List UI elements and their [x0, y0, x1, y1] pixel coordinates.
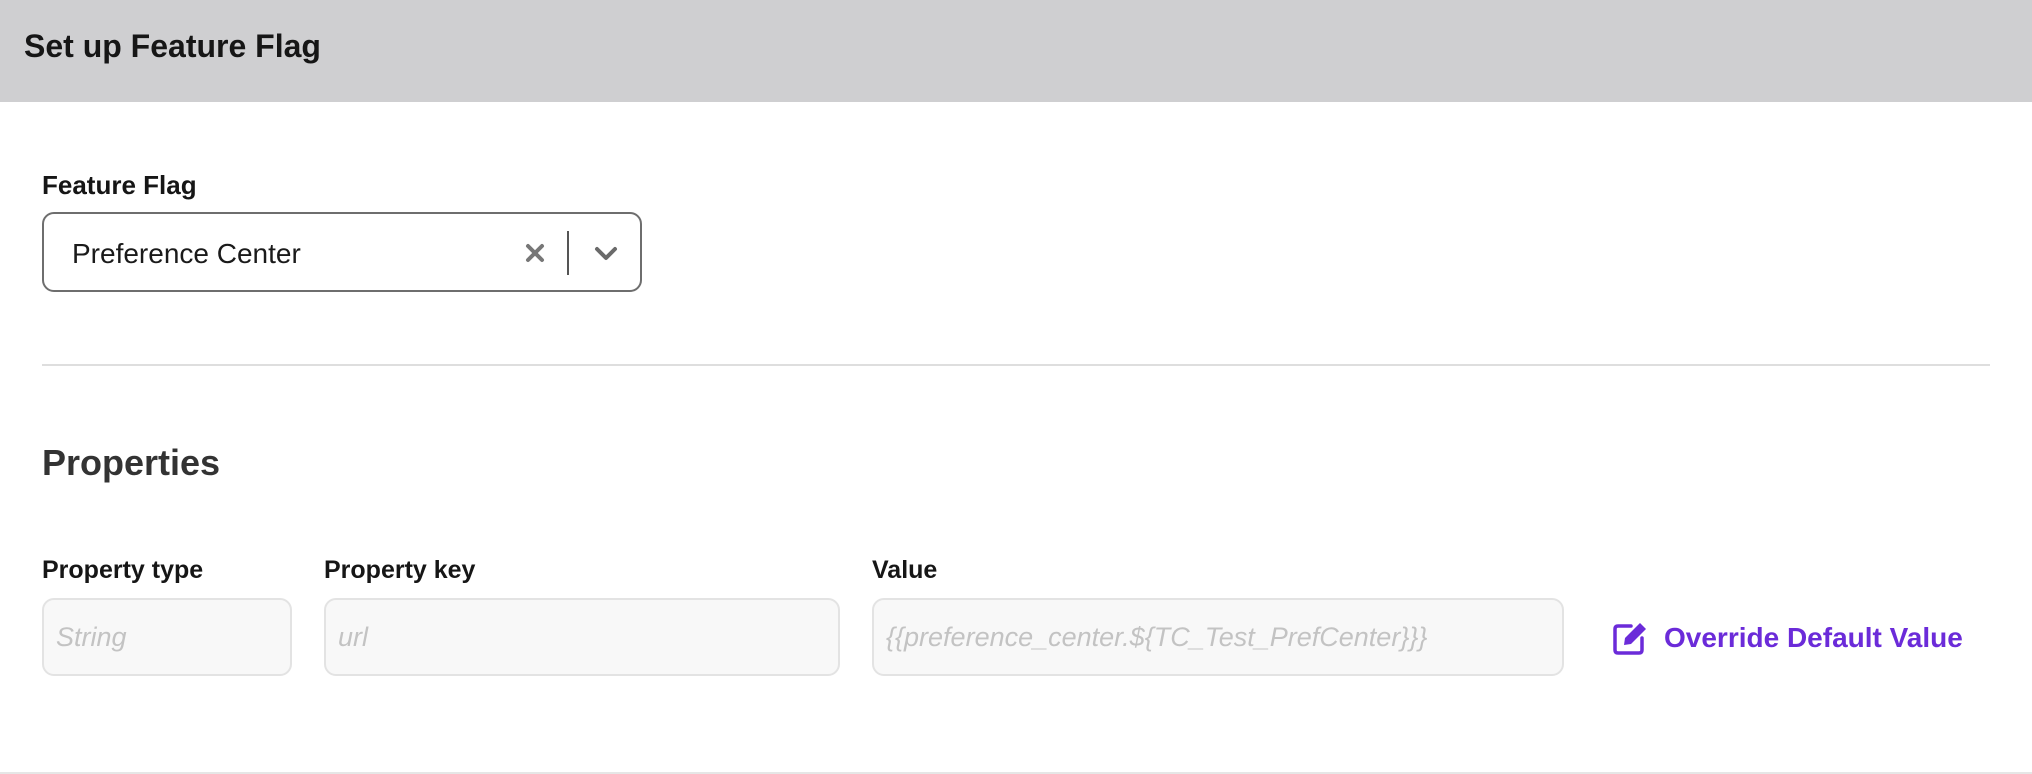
feature-flag-selected-value: Preference Center	[72, 238, 301, 269]
page-title: Set up Feature Flag	[24, 28, 321, 64]
feature-flag-label: Feature Flag	[42, 170, 197, 200]
edit-icon	[1610, 618, 1650, 658]
value-label: Value	[872, 556, 938, 584]
feature-flag-setup-panel: Set up Feature Flag Feature Flag Prefere…	[0, 0, 2032, 774]
select-separator	[567, 231, 569, 275]
properties-heading: Properties	[42, 442, 221, 483]
value-input	[872, 598, 1564, 676]
property-key-label: Property key	[324, 556, 476, 584]
close-icon[interactable]	[518, 236, 552, 270]
override-default-value-button[interactable]: Override Default Value	[1610, 618, 1963, 658]
property-type-label: Property type	[42, 556, 204, 584]
panel-header: Set up Feature Flag	[0, 0, 2032, 102]
override-default-value-label: Override Default Value	[1664, 622, 1963, 653]
feature-flag-select[interactable]: Preference Center	[42, 212, 642, 292]
property-key-input	[324, 598, 840, 676]
section-divider	[42, 364, 1990, 366]
chevron-down-icon[interactable]	[589, 236, 623, 270]
property-type-input	[42, 598, 292, 676]
